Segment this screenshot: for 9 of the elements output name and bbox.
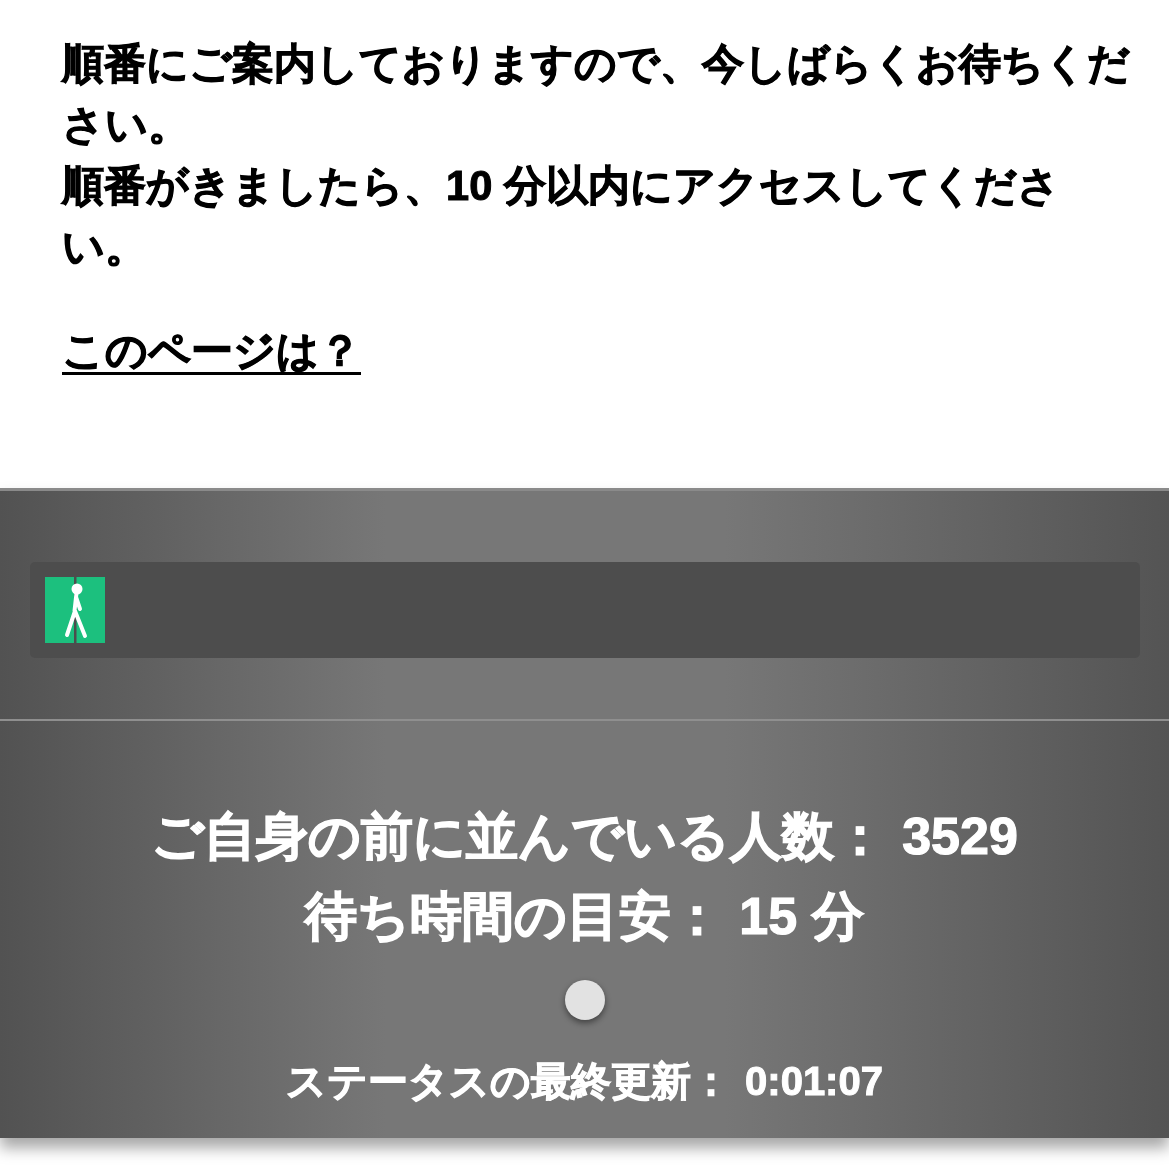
stat-value: 3529 (902, 806, 1018, 867)
stat-label: 待ち時間の目安： (305, 886, 724, 947)
stat-label: ご自身の前に並んでいる人数： (151, 806, 887, 867)
stat-value: 15 分 (739, 886, 864, 947)
status-label: ステータスの最終更新： (286, 1058, 732, 1105)
notice-text: 順番にご案内しておりますので、今しばらくお待ちください。 (62, 39, 1131, 150)
status-time: 0:01:07 (745, 1058, 883, 1105)
help-link[interactable]: このページは？ (62, 327, 361, 374)
notice-text: 順番がきましたら、10 分以内にアクセスしてください。 (62, 161, 1061, 272)
